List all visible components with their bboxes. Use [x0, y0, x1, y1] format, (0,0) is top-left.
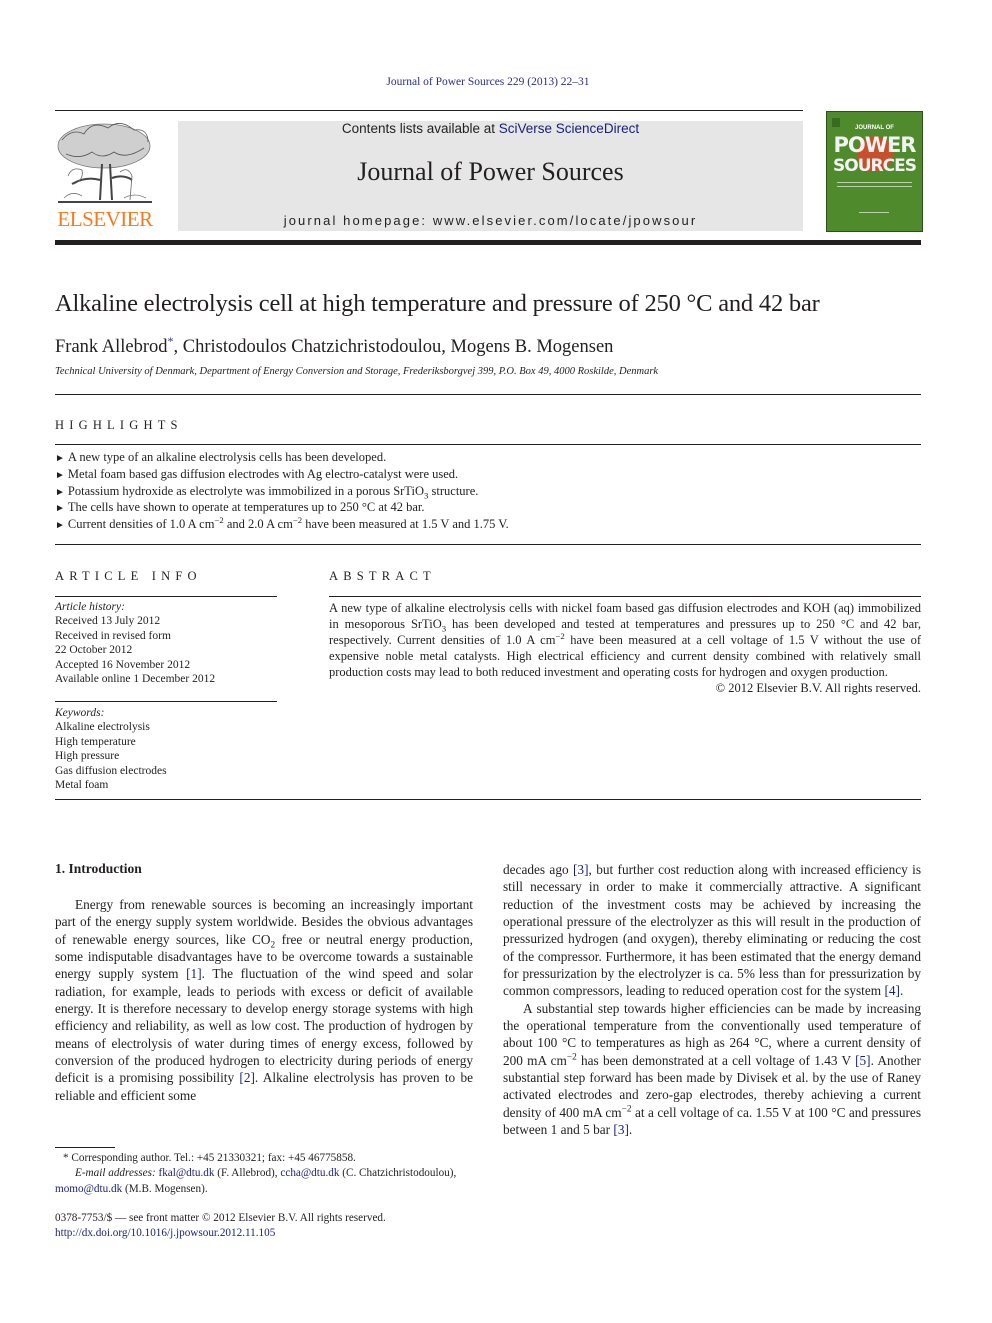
footnotes: * Corresponding author. Tel.: +45 213303…: [55, 1151, 473, 1197]
journal-homepage-link[interactable]: journal homepage: www.elsevier.com/locat…: [178, 213, 803, 228]
history-item: Accepted 16 November 2012: [55, 658, 191, 671]
article-title: Alkaline electrolysis cell at high tempe…: [55, 290, 820, 317]
divider-after-abstract: [55, 799, 921, 800]
sciencedirect-link[interactable]: SciVerse ScienceDirect: [499, 121, 639, 136]
article-info-heading: ARTICLE INFO: [55, 569, 202, 583]
reference-link-3[interactable]: [3]: [573, 862, 589, 877]
article-history: Article history: Received 13 July 2012 R…: [55, 600, 277, 686]
bullet-triangle-icon: ►: [55, 486, 65, 498]
history-item: Received 13 July 2012: [55, 615, 161, 628]
history-item: Available online 1 December 2012: [55, 673, 216, 686]
keywords-rule: [55, 701, 277, 702]
body-column-left: Energy from renewable sources is becomin…: [55, 896, 473, 1104]
affiliation: Technical University of Denmark, Departm…: [55, 366, 659, 377]
article-history-label: Article history:: [55, 601, 125, 613]
history-item: Received in revised form: [55, 629, 171, 642]
author-first: Frank Allebrod: [55, 337, 168, 358]
keyword-item: Gas diffusion electrodes: [55, 764, 167, 777]
article-info-rule: [55, 596, 277, 597]
bullet-triangle-icon: ►: [55, 469, 65, 481]
body-paragraph: A substantial step towards higher effici…: [503, 1000, 921, 1138]
highlights-list: ► A new type of an alkaline electrolysis …: [55, 450, 509, 534]
body-paragraph: decades ago [3], but further cost reduct…: [503, 862, 921, 999]
keyword-item: High pressure: [55, 750, 120, 763]
email-link-allebrod[interactable]: fkal@dtu.dk: [158, 1167, 214, 1179]
cover-line1: JOURNAL OF: [855, 125, 894, 131]
bullet-triangle-icon: ►: [55, 453, 65, 464]
keyword-item: High temperature: [55, 735, 136, 748]
abstract-paragraph: A new type of alkaline electrolysis cell…: [329, 601, 921, 679]
highlight-item: ► Potassium hydroxide as electrolyte was …: [55, 483, 479, 501]
reference-link-5[interactable]: [5]: [855, 1053, 871, 1068]
bullet-triangle-icon: ►: [55, 503, 65, 515]
reference-link-3b[interactable]: [3]: [613, 1122, 629, 1137]
reference-link-4[interactable]: [4]: [884, 983, 900, 998]
elsevier-wordmark: ELSEVIER: [57, 207, 153, 231]
contents-line: Contents lists available at SciVerse Sci…: [178, 121, 803, 136]
divider-before-highlights: [55, 394, 921, 395]
email-addresses: E-mail addresses: fkal@dtu.dk (F. Allebr…: [55, 1167, 457, 1195]
reference-link-1[interactable]: [1]: [186, 966, 202, 981]
keywords: Keywords: Alkaline electrolysis High tem…: [55, 706, 277, 792]
abstract-copyright: © 2012 Elsevier B.V. All rights reserved…: [715, 681, 921, 695]
cover-line3: SOURCES: [833, 156, 917, 176]
email-link-mogensen[interactable]: momo@dtu.dk: [55, 1183, 122, 1195]
abstract-rule: [329, 596, 921, 597]
front-matter-text: 0378-7753/$ — see front matter © 2012 El…: [55, 1212, 386, 1224]
keywords-label: Keywords:: [55, 707, 105, 719]
elsevier-logo[interactable]: ELSEVIER: [54, 120, 156, 232]
email-link-chatzichristodoulou[interactable]: ccha@dtu.dk: [280, 1167, 339, 1179]
cover-line2: POWER: [833, 133, 917, 157]
body-paragraph: Energy from renewable sources is becomin…: [55, 897, 473, 1103]
contents-prefix: Contents lists available at: [341, 121, 499, 136]
corresponding-author-note: * Corresponding author. Tel.: +45 213303…: [63, 1152, 356, 1164]
highlights-heading: HIGHLIGHTS: [55, 418, 183, 432]
author-list: Frank Allebrod*, Christodoulos Chatzichr…: [55, 334, 613, 358]
history-item: 22 October 2012: [55, 644, 133, 657]
highlight-item: ► A new type of an alkaline electrolysis …: [55, 450, 387, 464]
highlight-item: ► The cells have shown to operate at temp…: [55, 500, 425, 515]
author-rest: , Christodoulos Chatzichristodoulou, Mog…: [173, 337, 614, 358]
footnote-rule: [55, 1147, 115, 1148]
header-thick-rule: [55, 240, 921, 245]
abstract-text: A new type of alkaline electrolysis cell…: [329, 600, 921, 696]
elsevier-tree-icon: [57, 123, 152, 203]
keyword-item: Alkaline electrolysis: [55, 721, 150, 734]
journal-citation-link[interactable]: Journal of Power Sources 229 (2013) 22–3…: [0, 76, 976, 88]
reference-link-2[interactable]: [2]: [239, 1070, 255, 1085]
divider-after-highlights: [55, 544, 921, 545]
doi-link[interactable]: http://dx.doi.org/10.1016/j.jpowsour.201…: [55, 1227, 275, 1239]
bullet-triangle-icon: ►: [55, 520, 65, 532]
section-heading-introduction: 1. Introduction: [55, 861, 142, 876]
body-column-right: decades ago [3], but further cost reduct…: [503, 861, 921, 1139]
front-matter: 0378-7753/$ — see front matter © 2012 El…: [55, 1211, 386, 1242]
highlights-rule: [55, 444, 921, 445]
abstract-heading: ABSTRACT: [329, 569, 436, 583]
highlight-item: ► Current densities of 1.0 A cm−2 and 2.0…: [55, 515, 509, 532]
journal-cover-thumbnail[interactable]: JOURNAL OF POWER SOURCES: [826, 111, 923, 232]
keyword-item: Metal foam: [55, 779, 109, 792]
highlight-item: ► Metal foam based gas diffusion electrod…: [55, 466, 459, 481]
journal-title: Journal of Power Sources: [357, 157, 624, 186]
header-top-rule: [55, 110, 803, 111]
journal-banner: Contents lists available at SciVerse Sci…: [178, 121, 803, 231]
